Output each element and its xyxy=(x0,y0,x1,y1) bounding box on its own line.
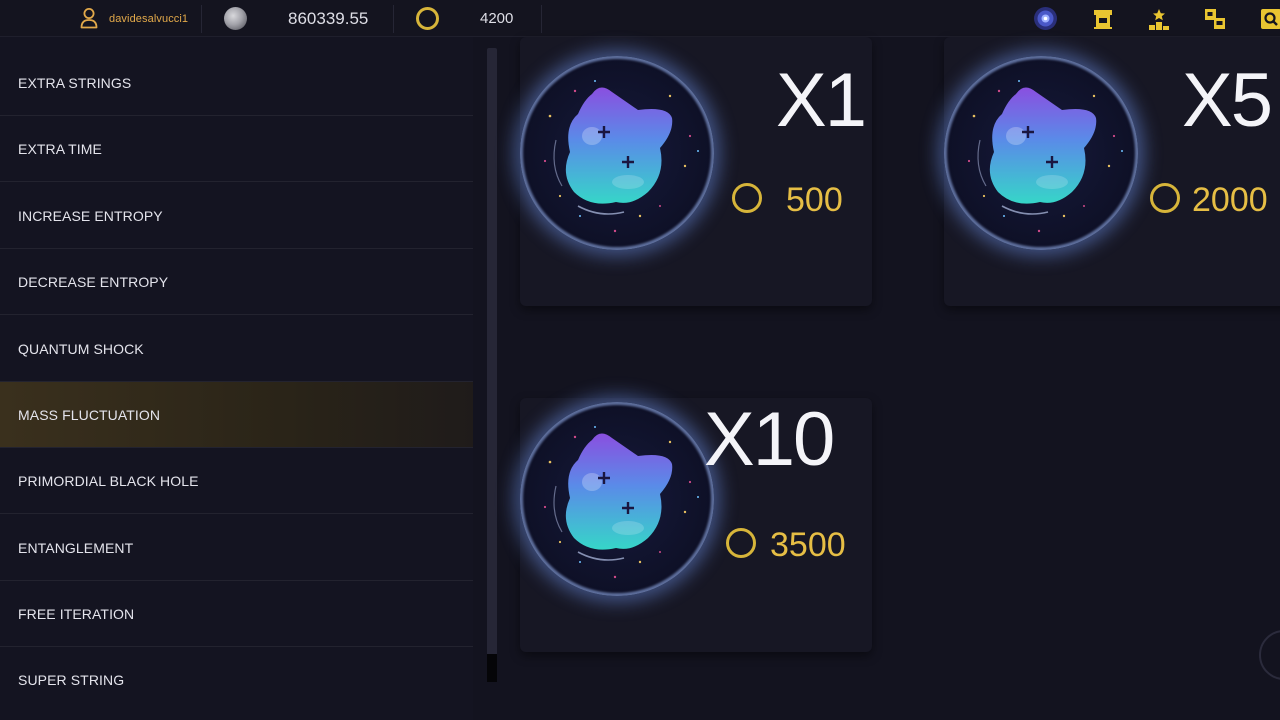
divider xyxy=(201,5,202,33)
pack-quantity: X5 xyxy=(1182,58,1273,143)
sidebar-item-super-string[interactable]: SUPER STRING xyxy=(0,647,473,713)
pack-price: 500 xyxy=(786,181,843,219)
pack-card-x10[interactable]: X10 3500 xyxy=(520,398,872,652)
sidebar-item-extra-time[interactable]: EXTRA TIME xyxy=(0,116,473,182)
powerup-sidebar: EXTRA STRINGS EXTRA TIME INCREASE ENTROP… xyxy=(0,37,473,720)
top-bar: davidesalvucci1 860339.55 4200 xyxy=(0,0,1280,37)
pack-price: 2000 xyxy=(1192,181,1268,219)
coin-icon xyxy=(1150,183,1180,213)
mass-fluctuation-icon xyxy=(944,56,1138,250)
sidebar-item-mass-fluctuation[interactable]: MASS FLUCTUATION xyxy=(0,382,473,448)
sidebar-item-quantum-shock[interactable]: QUANTUM SHOCK xyxy=(0,316,473,382)
round-button[interactable] xyxy=(1259,630,1280,680)
pack-card-x1[interactable]: X1 500 xyxy=(520,37,872,306)
mass-fluctuation-icon xyxy=(520,402,714,596)
user-icon[interactable] xyxy=(80,7,98,29)
username[interactable]: davidesalvucci1 xyxy=(109,0,188,37)
sidebar-item-increase-entropy[interactable]: INCREASE ENTROPY xyxy=(0,183,473,249)
mass-fluctuation-icon xyxy=(520,56,714,250)
sidebar-item-extra-strings[interactable]: EXTRA STRINGS xyxy=(0,50,473,116)
galaxy-icon[interactable] xyxy=(1033,6,1058,31)
sidebar-item-primordial-black-hole[interactable]: PRIMORDIAL BLACK HOLE xyxy=(0,448,473,514)
coin-icon xyxy=(726,528,756,558)
divider xyxy=(393,5,394,33)
balance-value: 860339.55 xyxy=(288,8,369,28)
coin-icon xyxy=(416,7,439,30)
pack-quantity: X1 xyxy=(776,58,867,143)
sidebar-item-entanglement[interactable]: ENTANGLEMENT xyxy=(0,515,473,581)
scrollbar-thumb[interactable] xyxy=(487,654,497,682)
pack-price: 3500 xyxy=(770,526,846,564)
moon-icon xyxy=(224,7,247,30)
coin-balance: 4200 xyxy=(480,10,514,27)
search-icon[interactable] xyxy=(1258,6,1280,31)
pack-card-x5[interactable]: X5 2000 xyxy=(944,37,1280,306)
collection-icon[interactable] xyxy=(1202,6,1227,31)
pack-quantity: X10 xyxy=(704,397,835,482)
sidebar-item-decrease-entropy[interactable]: DECREASE ENTROPY xyxy=(0,249,473,315)
coin-icon xyxy=(732,183,762,213)
sidebar-item-free-iteration[interactable]: FREE ITERATION xyxy=(0,581,473,647)
sidebar-scrollbar[interactable] xyxy=(487,48,497,682)
divider xyxy=(541,5,542,33)
leaderboard-icon[interactable] xyxy=(1146,6,1171,31)
shop-icon[interactable] xyxy=(1090,6,1115,31)
